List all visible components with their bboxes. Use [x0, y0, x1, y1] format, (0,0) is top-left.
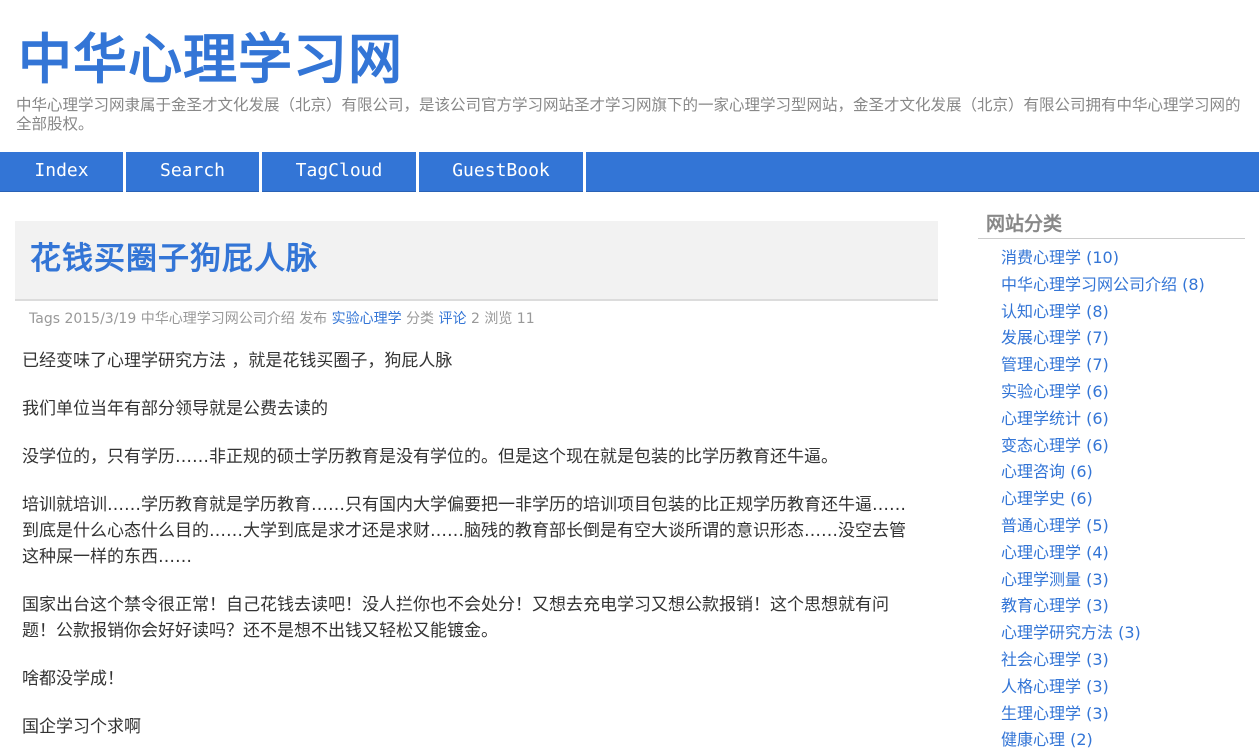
category-item[interactable]: 健康心理 (2) — [978, 727, 1245, 754]
nav-item-index[interactable]: Index — [0, 152, 126, 192]
post-author: 中华心理学习网公司介绍 — [140, 311, 295, 327]
category-item[interactable]: 普通心理学 (5) — [978, 513, 1245, 540]
category-item[interactable]: 心理学测量 (3) — [978, 567, 1245, 594]
site-description: 中华心理学习网隶属于金圣才文化发展（北京）有限公司，是该公司官方学习网站圣才学习… — [16, 96, 1241, 133]
post-title-box: 花钱买圈子狗屁人脉 — [15, 221, 938, 301]
sidebar-title: 网站分类 — [978, 210, 1245, 239]
category-item[interactable]: 生理心理学 (3) — [978, 701, 1245, 728]
view-label: 浏览 — [484, 311, 513, 327]
sidebar: 网站分类 消费心理学 (10) 中华心理学习网公司介绍 (8) 认知心理学 (8… — [978, 210, 1245, 754]
category-item[interactable]: 心理学研究方法 (3) — [978, 620, 1245, 647]
category-item[interactable]: 心理学统计 (6) — [978, 406, 1245, 433]
nav-item-tagcloud[interactable]: TagCloud — [262, 152, 419, 192]
category-item[interactable]: 心理咨询 (6) — [978, 459, 1245, 486]
category-item[interactable]: 社会心理学 (3) — [978, 647, 1245, 674]
post-paragraph: 培训就培训……学历教育就是学历教育……只有国内大学偏要把一非学历的培训项目包装的… — [22, 495, 906, 567]
category-item[interactable]: 发展心理学 (7) — [978, 325, 1245, 352]
comment-count: 2 — [470, 311, 480, 327]
nav-item-guestbook[interactable]: GuestBook — [419, 152, 586, 192]
category-label: 分类 — [406, 311, 435, 327]
post-title[interactable]: 花钱买圈子狗屁人脉 — [30, 239, 318, 279]
category-item[interactable]: 认知心理学 (8) — [978, 299, 1245, 326]
post-meta: Tags 2015/3/19 中华心理学习网公司介绍 发布 实验心理学 分类 评… — [29, 309, 535, 329]
post-paragraph: 没学位的，只有学历……非正规的硕士学历教育是没有学位的。但是这个现在就是包装的比… — [22, 447, 838, 467]
post-paragraph: 国企学习个求啊 — [22, 717, 141, 737]
comment-link[interactable]: 评论 — [439, 311, 467, 327]
category-item[interactable]: 心理学史 (6) — [978, 486, 1245, 513]
post-paragraph: 啥都没学成！ — [22, 669, 124, 689]
category-item[interactable]: 心理心理学 (4) — [978, 540, 1245, 567]
category-item[interactable]: 人格心理学 (3) — [978, 674, 1245, 701]
category-item[interactable]: 消费心理学 (10) — [978, 245, 1245, 272]
category-item[interactable]: 中华心理学习网公司介绍 (8) — [978, 272, 1245, 299]
category-item[interactable]: 变态心理学 (6) — [978, 433, 1245, 460]
post-paragraph: 我们单位当年有部分领导就是公费去读的 — [22, 399, 328, 419]
post-paragraph: 已经变味了心理学研究方法 ，就是花钱买圈子，狗屁人脉 — [22, 351, 453, 371]
post-body: 已经变味了心理学研究方法 ，就是花钱买圈子，狗屁人脉 我们单位当年有部分领导就是… — [22, 348, 922, 756]
view-count: 11 — [516, 311, 535, 327]
category-item[interactable]: 实验心理学 (6) — [978, 379, 1245, 406]
nav-item-search[interactable]: Search — [126, 152, 262, 192]
post-date: 2015/3/19 — [64, 311, 137, 327]
site-title[interactable]: 中华心理学习网 — [18, 28, 403, 92]
tags-label: Tags — [29, 311, 60, 327]
post-paragraph: 国家出台这个禁令很正常！自己花钱去读吧！没人拦你也不会处分！又想去充电学习又想公… — [22, 595, 889, 641]
category-item[interactable]: 管理心理学 (7) — [978, 352, 1245, 379]
category-list: 消费心理学 (10) 中华心理学习网公司介绍 (8) 认知心理学 (8) 发展心… — [978, 245, 1245, 754]
category-item[interactable]: 教育心理学 (3) — [978, 593, 1245, 620]
publish-label: 发布 — [299, 311, 328, 327]
category-link[interactable]: 实验心理学 — [332, 311, 402, 327]
main-nav: Index Search TagCloud GuestBook — [0, 152, 1259, 192]
site-header: 中华心理学习网 中华心理学习网隶属于金圣才文化发展（北京）有限公司，是该公司官方… — [0, 0, 1259, 152]
